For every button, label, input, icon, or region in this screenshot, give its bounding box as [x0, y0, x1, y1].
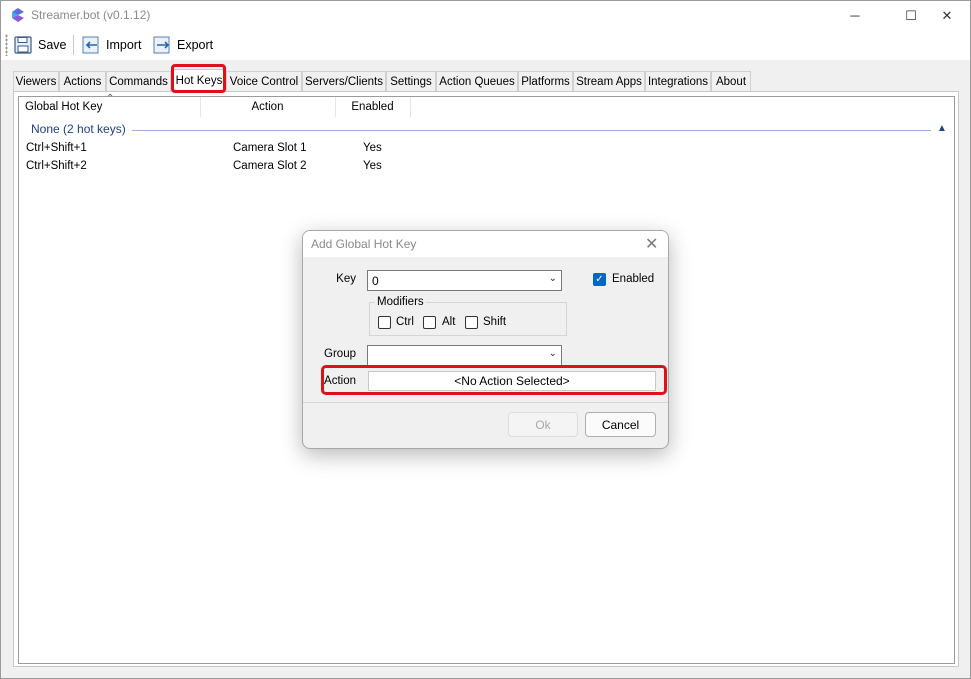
dialog-close-icon[interactable]: ✕ — [645, 234, 658, 254]
import-button[interactable]: Import — [81, 32, 141, 58]
dialog-title: Add Global Hot Key — [311, 237, 417, 251]
column-separator[interactable] — [410, 97, 411, 117]
alt-label: Alt — [442, 316, 456, 328]
column-header-action[interactable]: Action — [200, 97, 335, 117]
hotkey-cell: Ctrl+Shift+2 — [26, 160, 87, 172]
chevron-down-icon: ⌄ — [548, 273, 557, 284]
import-label: Import — [106, 38, 142, 52]
close-window-button[interactable]: ✕ — [924, 1, 970, 30]
action-row-highlight — [321, 365, 667, 395]
enabled-cell: Yes — [363, 142, 382, 154]
sort-ascending-icon: ⌃ — [106, 93, 115, 104]
column-header-global-hot-key-label: Global Hot Key — [25, 101, 103, 113]
streamerbot-logo-icon — [12, 8, 24, 22]
table-row[interactable]: Ctrl+Shift+1 Camera Slot 1 Yes — [19, 140, 954, 158]
tab-actions[interactable]: Actions — [59, 71, 106, 91]
tab-action-queues[interactable]: Action Queues — [436, 71, 518, 91]
collapse-group-icon[interactable]: ▲ — [937, 123, 947, 134]
group-dropdown[interactable]: ⌄ — [367, 345, 562, 366]
toolbar: Save Import Export — [1, 30, 970, 60]
column-header-enabled-label: Enabled — [351, 101, 394, 113]
toolbar-grip[interactable] — [5, 34, 8, 56]
hot-keys-tab-highlight — [171, 64, 226, 93]
cancel-button[interactable]: Cancel — [585, 412, 656, 437]
tab-commands[interactable]: Commands — [106, 71, 171, 91]
alt-checkbox[interactable] — [423, 316, 436, 329]
title-bar: Streamer.bot (v0.1.12) ─ ☐ ✕ — [1, 1, 970, 30]
key-label: Key — [336, 273, 356, 285]
key-value: 0 — [372, 274, 379, 288]
ctrl-checkbox[interactable] — [378, 316, 391, 329]
save-label: Save — [38, 38, 67, 52]
ok-button[interactable]: Ok — [508, 412, 578, 437]
action-cell: Camera Slot 2 — [233, 160, 307, 172]
tab-settings[interactable]: Settings — [386, 71, 436, 91]
shift-label: Shift — [483, 316, 507, 328]
enabled-label: Enabled — [612, 273, 655, 285]
column-header-enabled[interactable]: Enabled — [335, 97, 410, 117]
save-button[interactable]: Save — [13, 32, 67, 58]
tab-servers-clients[interactable]: Servers/Clients — [302, 71, 386, 91]
key-dropdown[interactable]: 0 ⌄ — [367, 270, 562, 291]
tab-about[interactable]: About — [711, 71, 751, 91]
hotkey-cell: Ctrl+Shift+1 — [26, 142, 87, 154]
group-label: Group — [324, 348, 356, 360]
export-button[interactable]: Export — [152, 32, 213, 58]
dialog-divider — [303, 402, 668, 403]
save-icon — [14, 36, 32, 54]
table-row[interactable]: Ctrl+Shift+2 Camera Slot 2 Yes — [19, 158, 954, 176]
dialog-title-bar: Add Global Hot Key ✕ — [303, 231, 668, 257]
window-title: Streamer.bot (v0.1.12) — [31, 8, 151, 22]
minimize-button[interactable]: ─ — [832, 1, 878, 30]
tab-viewers[interactable]: Viewers — [13, 71, 59, 91]
tab-voice-control[interactable]: Voice Control — [226, 71, 302, 91]
group-header-line — [132, 130, 931, 131]
action-cell: Camera Slot 1 — [233, 142, 307, 154]
modifiers-title: Modifiers — [375, 296, 426, 308]
column-header-action-label: Action — [251, 101, 284, 113]
shift-checkbox[interactable] — [465, 316, 478, 329]
import-icon — [82, 36, 99, 54]
export-icon — [153, 36, 170, 54]
add-global-hot-key-dialog: Add Global Hot Key ✕ Key 0 ⌄ ✓ Enabled M… — [302, 230, 669, 449]
enabled-cell: Yes — [363, 160, 382, 172]
tab-stream-apps[interactable]: Stream Apps — [573, 71, 645, 91]
chevron-down-icon: ⌄ — [548, 348, 557, 359]
toolbar-separator — [73, 35, 74, 55]
tab-integrations[interactable]: Integrations — [645, 71, 711, 91]
export-label: Export — [177, 38, 214, 52]
group-header-label[interactable]: None (2 hot keys) — [31, 122, 126, 136]
tab-platforms[interactable]: Platforms — [518, 71, 573, 91]
enabled-checkbox[interactable]: ✓ — [593, 273, 606, 286]
ctrl-label: Ctrl — [396, 316, 414, 328]
